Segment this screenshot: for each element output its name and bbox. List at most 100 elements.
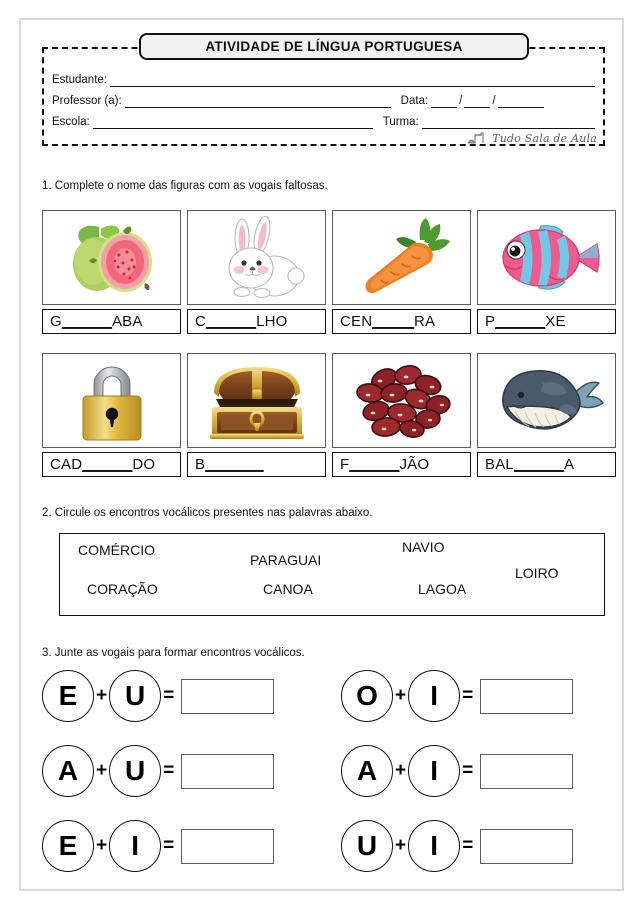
padlock-image xyxy=(82,366,141,440)
exercise1-word-5[interactable]: CAD ______ DO xyxy=(42,452,181,477)
whale-image-frame xyxy=(477,353,616,448)
exercise1-item-2: C ______ LHO xyxy=(187,210,326,334)
vowel-circle-left[interactable]: E xyxy=(42,670,94,722)
word-prefix: B xyxy=(195,456,206,473)
vowel-circle-left[interactable]: U xyxy=(341,820,393,872)
exercise3-pair-6: U + I = xyxy=(341,820,574,872)
vowel-circle-right[interactable]: I xyxy=(408,670,461,722)
vowel-circle-left[interactable]: O xyxy=(341,670,393,722)
word-suffix: JÃO xyxy=(399,456,430,473)
word-suffix: RA xyxy=(414,313,436,330)
exercise2-word-coracao[interactable]: CORAÇÃO xyxy=(87,581,158,597)
vowel-circle-left[interactable]: A xyxy=(341,745,393,797)
exercise3-row-2: A + U = A + I = xyxy=(21,745,626,807)
exercise3-pair-4: A + I = xyxy=(341,745,574,797)
word-prefix: CEN xyxy=(340,313,373,330)
exercise1-item-6: B _______ xyxy=(187,353,326,477)
answer-input[interactable] xyxy=(181,828,275,864)
word-prefix: C xyxy=(195,313,207,330)
date-year-segment[interactable] xyxy=(497,95,544,108)
beans-image-frame xyxy=(332,353,471,448)
treasure-chest-image xyxy=(209,366,304,439)
brand-watermark: Tudo Sala de Aula xyxy=(467,130,597,145)
vowel-circle-left[interactable]: E xyxy=(42,820,94,872)
word-prefix: BAL xyxy=(485,456,514,473)
equals-icon: = xyxy=(163,760,175,781)
word-blank[interactable]: ______ xyxy=(514,456,564,473)
vowel-circle-right[interactable]: I xyxy=(408,745,461,797)
word-suffix: ABA xyxy=(111,313,143,330)
exercise1-word-1[interactable]: G ______ ABA xyxy=(42,309,181,334)
worksheet-page: ATIVIDADE DE LÍNGUA PORTUGUESA Estudante… xyxy=(19,18,624,891)
plus-icon: + xyxy=(395,760,407,781)
exercise3-row-3: E + I = U + I = xyxy=(21,820,626,882)
word-blank[interactable]: ______ xyxy=(349,456,399,473)
vowel-circle-right[interactable]: U xyxy=(109,670,162,722)
exercise1-word-8[interactable]: BAL ______ A xyxy=(477,452,616,477)
plus-icon: + xyxy=(96,760,108,781)
word-blank[interactable]: ______ xyxy=(495,313,545,330)
exercise1-row-1: G ______ ABA C ______ LHO CEN _____ RA P… xyxy=(42,210,616,334)
vowel-circle-right[interactable]: I xyxy=(408,820,461,872)
exercise2-word-box: COMÉRCIO PARAGUAI NAVIO LOIRO CORAÇÃO CA… xyxy=(59,533,605,616)
school-input[interactable] xyxy=(92,116,373,129)
exercise1-row-2: CAD ______ DO B _______ F ______ JÃO BAL… xyxy=(42,353,616,477)
exercise1-word-7[interactable]: F ______ JÃO xyxy=(332,452,471,477)
date-slash-1: / xyxy=(459,95,463,107)
school-label: Escola: xyxy=(52,116,90,128)
exercise2-word-paraguai[interactable]: PARAGUAI xyxy=(250,552,321,568)
word-blank[interactable]: ______ xyxy=(62,313,112,330)
date-slash-2: / xyxy=(492,95,496,107)
date-day-segment[interactable] xyxy=(431,95,458,108)
teacher-field-row: Professor (a): Data: / / xyxy=(52,90,595,108)
page-title: ATIVIDADE DE LÍNGUA PORTUGUESA xyxy=(139,33,529,60)
exercise1-item-5: CAD ______ DO xyxy=(42,353,181,477)
padlock-image-frame xyxy=(42,353,181,448)
worksheet-header: ATIVIDADE DE LÍNGUA PORTUGUESA Estudante… xyxy=(42,33,605,146)
word-blank[interactable]: ______ xyxy=(82,456,132,473)
answer-input[interactable] xyxy=(480,678,574,714)
answer-input[interactable] xyxy=(181,678,275,714)
answer-input[interactable] xyxy=(480,753,574,789)
carrot-image xyxy=(365,217,450,293)
exercise1-word-4[interactable]: P ______ XE xyxy=(477,309,616,334)
word-blank[interactable]: ______ xyxy=(206,313,256,330)
date-month-segment[interactable] xyxy=(464,95,491,108)
plus-icon: + xyxy=(395,685,407,706)
teacher-input[interactable] xyxy=(124,95,391,108)
exercise2-word-loiro[interactable]: LOIRO xyxy=(515,565,559,581)
exercise3-row-1: E + U = O + I = xyxy=(21,670,626,732)
class-input[interactable] xyxy=(421,116,595,129)
word-blank[interactable]: _____ xyxy=(372,313,414,330)
exercise1-word-2[interactable]: C ______ LHO xyxy=(187,309,326,334)
student-label: Estudante: xyxy=(52,74,107,86)
vowel-circle-right[interactable]: U xyxy=(109,745,162,797)
vowel-circle-right[interactable]: I xyxy=(109,820,162,872)
date-input[interactable]: / / xyxy=(431,95,544,108)
guava-image-frame xyxy=(42,210,181,305)
vowel-circle-left[interactable]: A xyxy=(42,745,94,797)
class-label: Turma: xyxy=(382,116,419,128)
exercise1-word-3[interactable]: CEN _____ RA xyxy=(332,309,471,334)
answer-input[interactable] xyxy=(480,828,574,864)
exercise2-word-canoa[interactable]: CANOA xyxy=(263,581,313,597)
equals-icon: = xyxy=(462,835,474,856)
exercise1-instruction: 1. Complete o nome das figuras com as vo… xyxy=(42,180,328,192)
word-blank[interactable]: _______ xyxy=(205,456,263,473)
exercise1-item-3: CEN _____ RA xyxy=(332,210,471,334)
guava-image xyxy=(72,225,152,292)
carrot-image-frame xyxy=(332,210,471,305)
exercise2-word-lagoa[interactable]: LAGOA xyxy=(418,581,466,597)
exercise3-pair-2: O + I = xyxy=(341,670,574,722)
exercise2-word-comercio[interactable]: COMÉRCIO xyxy=(78,542,155,558)
exercise1-item-1: G ______ ABA xyxy=(42,210,181,334)
watermark-text: Tudo Sala de Aula xyxy=(492,132,597,145)
word-suffix: XE xyxy=(545,313,566,330)
student-input[interactable] xyxy=(109,74,595,87)
exercise3-pair-5: E + I = xyxy=(42,820,275,872)
answer-input[interactable] xyxy=(181,753,275,789)
rabbit-image xyxy=(227,215,305,298)
exercise2-word-navio[interactable]: NAVIO xyxy=(402,539,445,555)
exercise1-word-6[interactable]: B _______ xyxy=(187,452,326,477)
rabbit-image-frame xyxy=(187,210,326,305)
